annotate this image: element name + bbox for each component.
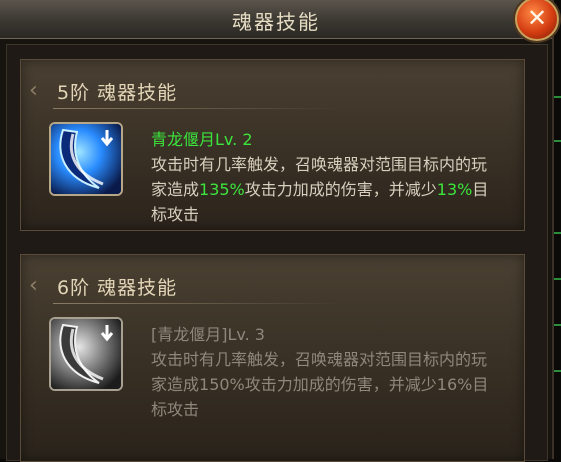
edge-marker — [554, 324, 561, 326]
skill-window: 魂器技能 ‹ 5阶 魂器技能 青龙偃月Lv. 2 攻击时有几率触发，召唤魂器对范… — [0, 0, 554, 462]
blade-arrow-icon — [51, 319, 121, 389]
skill-name: [青龙偃月]Lv. 3 — [151, 325, 265, 344]
tier-header: ‹ 5阶 魂器技能 — [29, 74, 349, 109]
blade-arrow-icon — [51, 124, 121, 194]
edge-marker — [554, 232, 561, 234]
reduction-value: 16% — [436, 375, 473, 394]
desc-text: 攻击力加成的伤害，并减少 — [244, 180, 437, 199]
skill-description: 攻击时有几率触发，召唤魂器对范围目标内的玩家造成150%攻击力加成的伤害，并减少… — [151, 347, 491, 422]
edge-marker — [554, 370, 561, 372]
edge-marker — [554, 96, 561, 98]
damage-value: 135% — [199, 180, 245, 199]
edge-marker — [554, 278, 561, 280]
damage-value: 150% — [199, 375, 245, 394]
desc-text: 攻击力加成的伤害，并减少 — [244, 375, 437, 394]
close-x-icon: ✕ — [526, 4, 548, 32]
tier-header: ‹ 6阶 魂器技能 — [29, 269, 349, 304]
bracket-left-icon: ‹ — [29, 273, 38, 298]
skill-description: 攻击时有几率触发，召唤魂器对范围目标内的玩家造成135%攻击力加成的伤害，并减少… — [151, 152, 491, 227]
skill-name: 青龙偃月Lv. 2 — [151, 130, 253, 149]
tier-label: 6阶 魂器技能 — [57, 277, 178, 299]
skill-panel-tier6: ‹ 6阶 魂器技能 [青龙偃月]Lv. 3 攻击时有几率触发，召唤魂器对范围目标… — [20, 254, 525, 462]
skill-icon-active[interactable] — [49, 122, 123, 196]
header-divider — [53, 303, 343, 304]
edge-marker — [554, 140, 561, 142]
title-bar: 魂器技能 — [0, 0, 552, 39]
skill-icon-locked[interactable] — [49, 317, 123, 391]
skill-list[interactable]: ‹ 5阶 魂器技能 青龙偃月Lv. 2 攻击时有几率触发，召唤魂器对范围目标内的… — [6, 44, 548, 462]
skill-panel-tier5: ‹ 5阶 魂器技能 青龙偃月Lv. 2 攻击时有几率触发，召唤魂器对范围目标内的… — [20, 59, 525, 231]
bracket-left-icon: ‹ — [29, 78, 38, 103]
header-divider — [53, 108, 343, 109]
tier-label: 5阶 魂器技能 — [57, 82, 178, 104]
reduction-value: 13% — [436, 180, 473, 199]
window-title: 魂器技能 — [232, 10, 320, 34]
